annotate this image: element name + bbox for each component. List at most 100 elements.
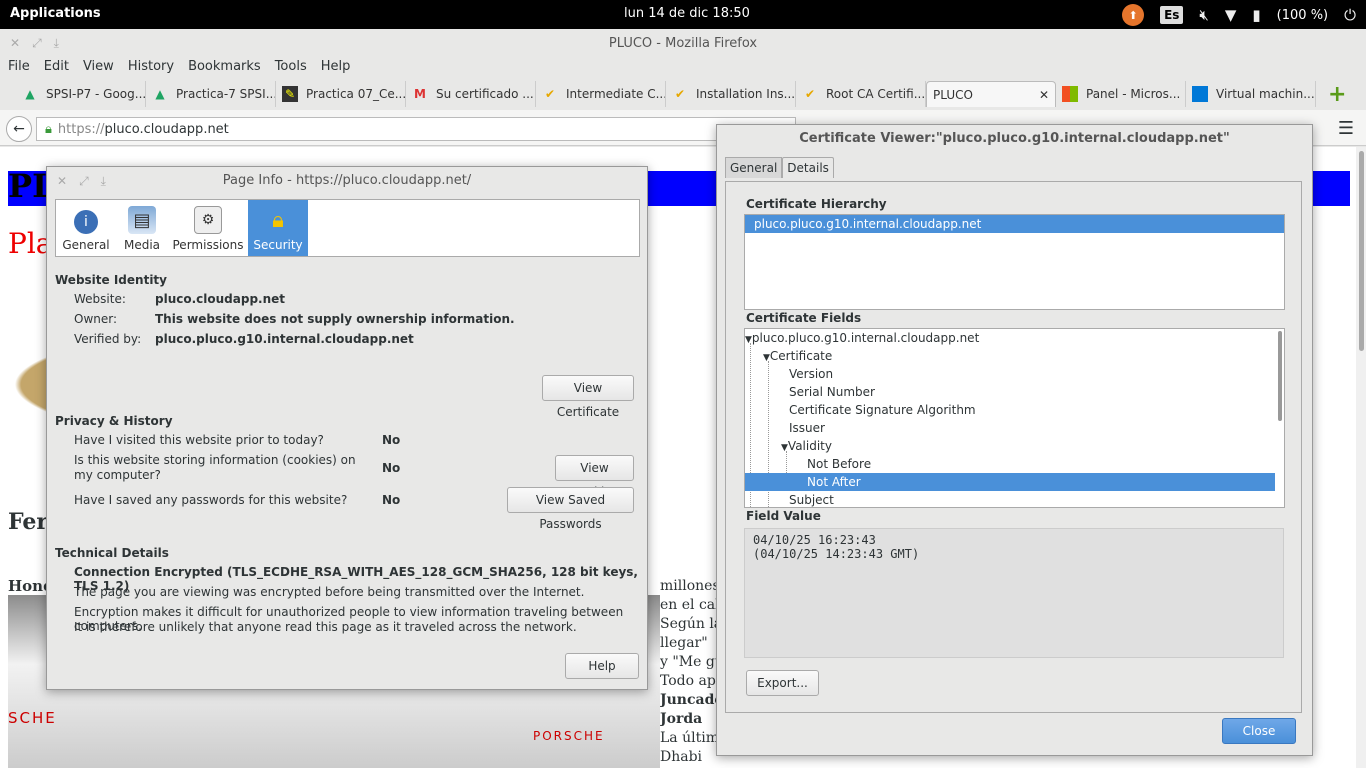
new-tab-icon[interactable]: +: [1328, 82, 1346, 107]
tab-details[interactable]: Details: [782, 157, 834, 178]
minimize-icon[interactable]: ⤓: [101, 167, 106, 195]
photo-text: PORSCHE: [533, 729, 605, 743]
browser-tab[interactable]: ✔ Intermediate C...: [536, 81, 666, 107]
view-saved-passwords-button[interactable]: View Saved Passwords: [507, 487, 634, 531]
lock-icon[interactable]: 🔒︎: [45, 122, 52, 137]
top-panel: Applications lun 14 de dic 18:50 ⬆ Es 🔇︎…: [0, 0, 1366, 29]
applications-menu[interactable]: Applications: [10, 6, 101, 21]
url-host: pluco.cloudapp.net: [104, 121, 229, 137]
maximize-icon[interactable]: ⤢: [79, 167, 89, 195]
photo-text: SCHE: [8, 709, 57, 727]
url-protocol: https://: [57, 121, 105, 137]
drive-icon: ▲: [25, 87, 35, 101]
browser-tab[interactable]: Panel - Micros...: [1056, 81, 1186, 107]
padlock-icon: 🔒︎: [272, 207, 284, 233]
owner-label: Owner:: [74, 312, 118, 326]
menu-edit[interactable]: Edit: [44, 59, 69, 79]
menubar: File Edit View History Bookmarks Tools H…: [0, 59, 1366, 79]
tree-item-serial-number[interactable]: Serial Number: [789, 383, 875, 401]
browser-tab[interactable]: Virtual machin...: [1186, 81, 1316, 107]
details-panel: Certificate Hierarchy pluco.pluco.g10.in…: [725, 181, 1302, 713]
wifi-icon[interactable]: ▼: [1225, 6, 1237, 24]
tree-item-subject[interactable]: Subject: [789, 491, 834, 507]
help-button[interactable]: Help: [565, 653, 639, 679]
browser-tab[interactable]: ✎ Practica 07_Ce...: [276, 81, 406, 107]
tree-item-version[interactable]: Version: [789, 365, 833, 383]
technical-details-header: Technical Details: [55, 546, 169, 560]
clock[interactable]: lun 14 de dic 18:50: [624, 6, 750, 21]
document-icon: ✎: [282, 86, 298, 102]
close-icon[interactable]: ✕: [10, 36, 20, 51]
browser-tab-active[interactable]: PLUCO ✕: [926, 81, 1056, 107]
battery-percent: (100 %): [1276, 7, 1329, 23]
tech-line-3: It is therefore unlikely that anyone rea…: [74, 620, 577, 634]
check-icon: ✔: [804, 87, 816, 101]
menu-icon[interactable]: ☰: [1338, 118, 1354, 139]
page-info-dialog: ✕ ⤢ ⤓ Page Info - https://pluco.cloudapp…: [46, 166, 648, 690]
close-icon[interactable]: ✕: [57, 167, 67, 195]
tab-security[interactable]: 🔒︎ Security: [248, 200, 308, 256]
volume-muted-icon[interactable]: 🔇︎: [1199, 6, 1208, 24]
browser-tab[interactable]: ▲ Practica-7 SPSI...: [146, 81, 276, 107]
microsoft-icon: [1062, 86, 1078, 102]
menu-bookmarks[interactable]: Bookmarks: [188, 59, 261, 79]
cookies-answer: No: [382, 461, 401, 475]
browser-tab[interactable]: M Su certificado ...: [406, 81, 536, 107]
tree-item-not-before[interactable]: Not Before: [807, 455, 871, 473]
power-icon[interactable]: ⏻: [1344, 6, 1356, 24]
menu-help[interactable]: Help: [321, 59, 351, 79]
window-title: PLUCO - Mozilla Firefox: [608, 36, 758, 51]
close-tab-icon[interactable]: ✕: [1039, 88, 1049, 102]
dialog-titlebar: Certificate Viewer:"pluco.pluco.g10.inte…: [717, 125, 1312, 153]
menu-tools[interactable]: Tools: [275, 59, 307, 79]
tab-general[interactable]: General: [725, 157, 783, 178]
battery-icon[interactable]: ▮: [1252, 6, 1260, 24]
fields-scrollbar[interactable]: [1278, 331, 1282, 421]
close-button[interactable]: Close: [1222, 718, 1296, 744]
tree-item-signature-algorithm[interactable]: Certificate Signature Algorithm: [789, 401, 976, 419]
tab-media[interactable]: ▤ Media: [116, 200, 168, 256]
url-bar[interactable]: 🔒︎ https:// pluco.cloudapp.net: [36, 117, 796, 141]
browser-tab[interactable]: ▲ SPSI-P7 - Goog...: [16, 81, 146, 107]
certificate-hierarchy-list[interactable]: pluco.pluco.g10.internal.cloudapp.net: [744, 214, 1285, 310]
tab-permissions[interactable]: ⚙ Permissions: [168, 200, 248, 256]
system-tray: ⬆ Es 🔇︎ ▼ ▮ (100 %) ⏻: [1122, 4, 1356, 26]
menu-file[interactable]: File: [8, 59, 30, 79]
menu-view[interactable]: View: [83, 59, 114, 79]
check-icon: ✔: [544, 87, 556, 101]
website-label: Website:: [74, 292, 126, 306]
certificate-hierarchy-header: Certificate Hierarchy: [746, 197, 887, 211]
update-icon[interactable]: ⬆: [1122, 4, 1145, 26]
keyboard-layout[interactable]: Es: [1160, 6, 1184, 24]
view-cookies-button[interactable]: View Cookies: [555, 455, 634, 499]
permissions-icon: ⚙: [194, 206, 222, 234]
page-info-tabs: i General ▤ Media ⚙ Permissions 🔒︎ Secur…: [55, 199, 640, 257]
browser-tab[interactable]: ✔ Installation Ins...: [666, 81, 796, 107]
tree-item-root[interactable]: ▼pluco.pluco.g10.internal.cloudapp.net: [745, 329, 979, 347]
visited-question: Have I visited this website prior to tod…: [74, 433, 324, 447]
minimize-icon[interactable]: ⤓: [54, 36, 59, 51]
dialog-titlebar: ✕ ⤢ ⤓ Page Info - https://pluco.cloudapp…: [47, 167, 647, 195]
dialog-title: Page Info - https://pluco.cloudapp.net/: [222, 173, 472, 188]
tree-item-issuer[interactable]: Issuer: [789, 419, 825, 437]
back-button[interactable]: ←: [6, 116, 32, 142]
verified-label: Verified by:: [74, 332, 142, 346]
tab-general[interactable]: i General: [56, 200, 116, 256]
tree-item-validity[interactable]: ▼Validity: [781, 437, 832, 455]
passwords-question: Have I saved any passwords for this webs…: [74, 493, 348, 507]
tree-item-not-after[interactable]: Not After: [745, 473, 1275, 491]
maximize-icon[interactable]: ⤢: [32, 36, 42, 51]
field-value-header: Field Value: [746, 509, 821, 523]
hierarchy-item[interactable]: pluco.pluco.g10.internal.cloudapp.net: [745, 215, 1284, 233]
menu-history[interactable]: History: [128, 59, 174, 79]
tree-item-certificate[interactable]: ▼Certificate: [763, 347, 832, 365]
website-identity-header: Website Identity: [55, 273, 167, 287]
browser-tab[interactable]: ✔ Root CA Certifi...: [796, 81, 926, 107]
field-value-box[interactable]: 04/10/25 16:23:43 (04/10/25 14:23:43 GMT…: [744, 528, 1284, 658]
export-button[interactable]: Export...: [746, 670, 819, 696]
certificate-fields-tree[interactable]: ▼pluco.pluco.g10.internal.cloudapp.net ▼…: [744, 328, 1285, 508]
gmail-icon: M: [414, 87, 426, 101]
page-scrollbar[interactable]: [1356, 147, 1366, 768]
view-certificate-button[interactable]: View Certificate: [542, 375, 634, 419]
article-heading: Fer: [8, 509, 49, 535]
